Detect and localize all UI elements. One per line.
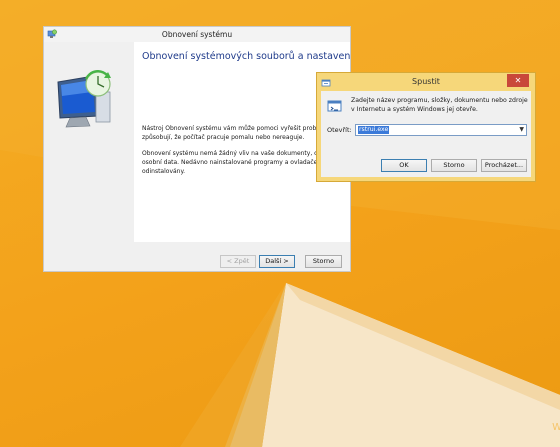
- restore-left-pane: [44, 42, 134, 242]
- run-cancel-button[interactable]: Storno: [431, 159, 477, 172]
- next-button[interactable]: Další >: [259, 255, 295, 268]
- restore-window-title: Obnovení systému: [161, 30, 233, 39]
- open-label: Otevřít:: [327, 126, 352, 134]
- desktop-watermark: W: [552, 422, 560, 433]
- cancel-button[interactable]: Storno: [305, 255, 342, 268]
- system-restore-icon: [47, 29, 57, 38]
- run-dialog-title: Spustit: [412, 77, 440, 86]
- restore-title-bar[interactable]: Obnovení systému: [44, 27, 350, 42]
- browse-button[interactable]: Procházet...: [481, 159, 527, 172]
- run-icon-large: [327, 100, 342, 112]
- close-icon: ✕: [514, 76, 522, 85]
- system-restore-window: Obnovení systému Obnovení systémových so…: [43, 26, 351, 272]
- ok-button[interactable]: OK: [381, 159, 427, 172]
- restore-heading: Obnovení systémových souborů a nastavení: [142, 51, 350, 62]
- open-combobox-value[interactable]: rstrui.exe: [358, 126, 390, 134]
- restore-footer: < Zpět Další > Storno: [44, 242, 350, 271]
- run-dialog: Spustit ✕ Zadejte název programu, složky…: [316, 72, 536, 182]
- run-icon: [321, 79, 331, 87]
- open-combobox[interactable]: rstrui.exe ▼: [355, 124, 527, 136]
- close-button[interactable]: ✕: [507, 74, 529, 87]
- chevron-down-icon[interactable]: ▼: [519, 126, 524, 133]
- run-dialog-body: Zadejte název programu, složky, dokument…: [321, 91, 531, 177]
- restore-monitor-clock-icon: [57, 70, 111, 128]
- back-button[interactable]: < Zpět: [220, 255, 256, 268]
- run-description: Zadejte název programu, složky, dokument…: [351, 97, 528, 113]
- run-title-bar[interactable]: Spustit ✕: [317, 73, 535, 91]
